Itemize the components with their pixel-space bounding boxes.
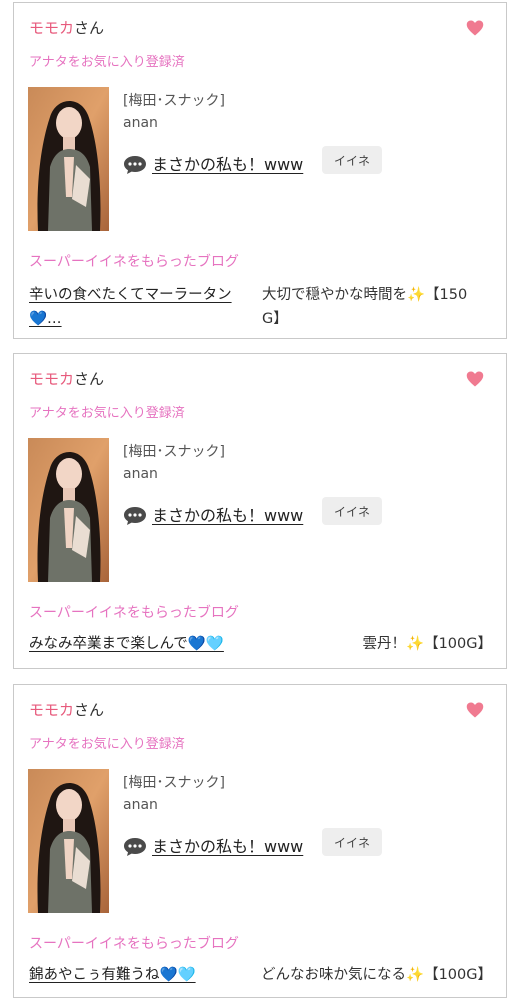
comment-link[interactable]: まさかの私も！www bbox=[152, 502, 303, 526]
iine-button[interactable]: イイネ bbox=[322, 146, 382, 174]
blog-title-link[interactable]: 錦あやこぅ有難うね💙🩵 bbox=[29, 963, 196, 987]
shop-label: [梅田･スナック] bbox=[123, 444, 225, 460]
cast-name[interactable]: モモカさん bbox=[29, 17, 104, 38]
comment-link[interactable]: まさかの私も！www bbox=[152, 151, 303, 175]
favorite-status: アナタをお気に入り登録済 bbox=[29, 737, 185, 752]
blog-message: 大切で穏やかな時間を✨【150 G】 bbox=[262, 287, 468, 327]
cast-name[interactable]: モモカさん bbox=[29, 699, 104, 720]
cast-card: モモカさん アナタをお気に入り登録済 [梅田･スナック] anan まさかの私も… bbox=[13, 353, 507, 669]
favorite-status: アナタをお気に入り登録済 bbox=[29, 55, 185, 70]
heart-icon[interactable] bbox=[466, 19, 484, 37]
speech-bubble-icon bbox=[124, 838, 146, 856]
comment-link[interactable]: まさかの私も！www bbox=[152, 833, 303, 857]
speech-bubble-icon bbox=[124, 156, 146, 174]
cast-id: anan bbox=[123, 466, 158, 482]
cast-photo[interactable] bbox=[28, 87, 109, 231]
cast-card: モモカさん アナタをお気に入り登録済 [梅田･スナック] anan まさかの私も… bbox=[13, 684, 507, 998]
cast-card: モモカさん アナタをお気に入り登録済 [梅田･スナック] anan まさかの私も… bbox=[13, 2, 507, 339]
cast-photo[interactable] bbox=[28, 769, 109, 913]
super-iine-heading: スーパーイイネをもらったブログ bbox=[29, 605, 239, 621]
cast-id: anan bbox=[123, 797, 158, 813]
heart-icon[interactable] bbox=[466, 701, 484, 719]
heart-icon[interactable] bbox=[466, 370, 484, 388]
iine-button[interactable]: イイネ bbox=[322, 828, 382, 856]
cast-photo[interactable] bbox=[28, 438, 109, 582]
blog-message: 雲丹！✨【100G】 bbox=[362, 636, 492, 652]
shop-label: [梅田･スナック] bbox=[123, 93, 225, 109]
super-iine-heading: スーパーイイネをもらったブログ bbox=[29, 254, 239, 270]
iine-button[interactable]: イイネ bbox=[322, 497, 382, 525]
super-iine-heading: スーパーイイネをもらったブログ bbox=[29, 936, 239, 952]
blog-message: どんなお味か気になる✨【100G】 bbox=[261, 967, 492, 983]
blog-title-link[interactable]: みなみ卒業まで楽しんで💙🩵 bbox=[29, 632, 224, 656]
shop-label: [梅田･スナック] bbox=[123, 775, 225, 791]
favorite-status: アナタをお気に入り登録済 bbox=[29, 406, 185, 421]
speech-bubble-icon bbox=[124, 507, 146, 525]
cast-name[interactable]: モモカさん bbox=[29, 368, 104, 389]
blog-title-link[interactable]: 辛いの食べたくてマーラータン 💙… bbox=[29, 283, 261, 331]
cast-id: anan bbox=[123, 115, 158, 131]
